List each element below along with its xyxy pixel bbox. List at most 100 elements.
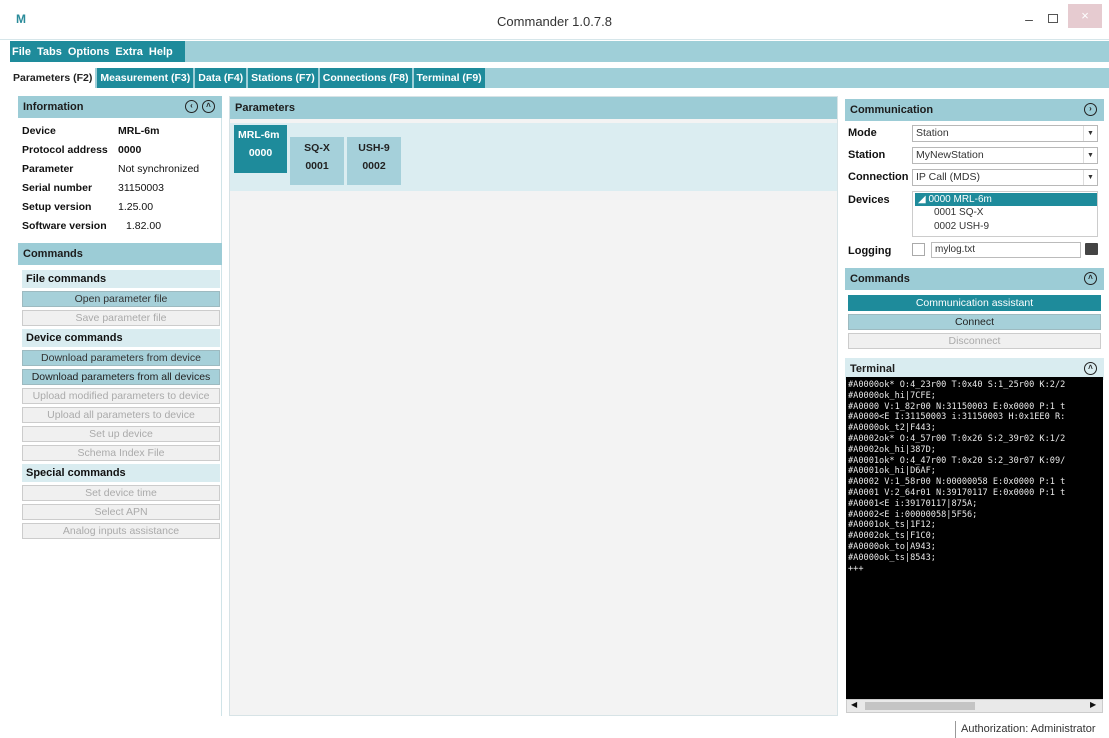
station-value: MyNewStation: [916, 149, 984, 161]
tab-strip: Parameters (F2) Measurement (F3) Data (F…: [10, 68, 487, 88]
close-button[interactable]: ×: [1068, 4, 1102, 28]
scroll-right-icon[interactable]: ▶: [1090, 700, 1096, 709]
scrollbar-thumb[interactable]: [865, 702, 975, 710]
information-title: Information: [23, 101, 84, 113]
communication-title: Communication: [850, 104, 934, 116]
connect-button[interactable]: Connect: [848, 314, 1101, 330]
device-tile-mrl-6m[interactable]: MRL-6m 0000: [234, 125, 287, 173]
device-tile-name: USH-9: [358, 142, 390, 154]
commands-list: File commands Open parameter file Save p…: [22, 270, 220, 539]
tree-item-root[interactable]: ◢ 0000 MRL-6m: [915, 193, 1097, 206]
collapse-left-icon[interactable]: ‹: [185, 100, 198, 113]
maximize-button[interactable]: [1042, 9, 1064, 29]
open-parameter-file-button[interactable]: Open parameter file: [22, 291, 220, 307]
info-label: Software version: [22, 220, 107, 232]
tree-item-sq-x[interactable]: 0001 SQ-X: [934, 207, 983, 218]
select-apn-button[interactable]: Select APN: [22, 504, 220, 520]
terminal-title: Terminal: [850, 363, 896, 375]
info-value: MRL-6m: [118, 125, 160, 137]
tree-collapse-icon: ◢: [918, 194, 926, 205]
tab-parameters[interactable]: Parameters (F2): [10, 68, 96, 88]
tab-measurement[interactable]: Measurement (F3): [97, 68, 194, 88]
info-value: 0000: [118, 144, 142, 156]
set-up-device-button[interactable]: Set up device: [22, 426, 220, 442]
device-tile-address: 0001: [305, 160, 329, 172]
file-commands-header: File commands: [22, 270, 220, 288]
terminal-horizontal-scrollbar[interactable]: ◀ ▶: [846, 699, 1103, 713]
device-tile-sq-x[interactable]: SQ-X 0001: [290, 137, 344, 185]
connection-select[interactable]: IP Call (MDS) ▼: [912, 169, 1098, 186]
parameters-header: Parameters: [230, 97, 837, 119]
download-from-all-devices-button[interactable]: Download parameters from all devices: [22, 369, 220, 385]
device-tile-name: SQ-X: [304, 142, 330, 154]
analog-inputs-assistance-button[interactable]: Analog inputs assistance: [22, 523, 220, 539]
scroll-left-icon[interactable]: ◀: [851, 700, 857, 709]
window-title: Commander 1.0.7.8: [497, 14, 612, 29]
menu-options[interactable]: Options: [68, 46, 110, 58]
chevron-down-icon: ▼: [1083, 170, 1097, 185]
upload-all-button[interactable]: Upload all parameters to device: [22, 407, 220, 423]
info-label: Device: [22, 125, 56, 137]
device-tile-ush-9[interactable]: USH-9 0002: [347, 137, 401, 185]
logging-label: Logging: [848, 245, 892, 257]
chevron-down-icon: ▼: [1083, 126, 1097, 141]
parameters-panel: Parameters MRL-6m 0000 SQ-X 0001 USH-9 0…: [229, 96, 838, 716]
communication-header: Communication ›: [845, 99, 1104, 121]
commands-header: Commands: [18, 243, 222, 265]
menu-extra[interactable]: Extra: [115, 46, 143, 58]
left-panel: Information ‹ ˄ Device MRL-6m Protocol a…: [18, 96, 222, 716]
terminal-output[interactable]: #A0000ok* O:4_23r00 T:0x40 S:1_25r00 K:2…: [846, 377, 1103, 699]
comm-commands-title: Commands: [850, 273, 910, 285]
devices-tree[interactable]: ◢ 0000 MRL-6m 0001 SQ-X 0002 USH-9: [912, 191, 1098, 237]
tree-item-ush-9[interactable]: 0002 USH-9: [934, 221, 989, 232]
upload-modified-button[interactable]: Upload modified parameters to device: [22, 388, 220, 404]
communication-assistant-button[interactable]: Communication assistant: [848, 295, 1101, 311]
special-commands-header: Special commands: [22, 464, 220, 482]
connection-label: Connection: [848, 171, 909, 183]
info-value: 1.82.00: [126, 220, 162, 232]
schema-index-file-button[interactable]: Schema Index File: [22, 445, 220, 461]
device-tile-address: 0002: [362, 160, 386, 172]
mode-label: Mode: [848, 127, 877, 139]
info-value: 31150003: [118, 182, 164, 194]
tab-data[interactable]: Data (F4): [195, 68, 247, 88]
info-label: Serial number: [22, 182, 93, 194]
set-device-time-button[interactable]: Set device time: [22, 485, 220, 501]
device-tile-name: MRL-6m: [238, 129, 280, 141]
menu-group: File Tabs Options Extra Help: [10, 41, 185, 62]
mode-select[interactable]: Station ▼: [912, 125, 1098, 142]
save-parameter-file-button[interactable]: Save parameter file: [22, 310, 220, 326]
logging-checkbox[interactable]: [912, 243, 925, 256]
info-label: Setup version: [22, 201, 92, 213]
menu-help[interactable]: Help: [149, 46, 173, 58]
device-tile-address: 0000: [248, 147, 273, 159]
disconnect-button[interactable]: Disconnect: [848, 333, 1101, 349]
info-label: Parameter: [22, 163, 74, 175]
station-label: Station: [848, 149, 886, 161]
station-select[interactable]: MyNewStation ▼: [912, 147, 1098, 164]
mode-value: Station: [916, 127, 949, 139]
maximize-icon: [1048, 14, 1058, 23]
info-value: 1.25.00: [118, 201, 154, 213]
minimize-button[interactable]: –: [1018, 9, 1040, 29]
download-from-device-button[interactable]: Download parameters from device: [22, 350, 220, 366]
information-header: Information ‹ ˄: [18, 96, 222, 118]
devices-label: Devices: [848, 194, 890, 206]
collapse-up-icon[interactable]: ˄: [1084, 362, 1097, 375]
device-commands-header: Device commands: [22, 329, 220, 347]
device-tiles-area: MRL-6m 0000 SQ-X 0001 USH-9 0002: [230, 123, 837, 191]
info-label: Protocol address: [22, 144, 108, 156]
info-value: Not synchronized: [118, 163, 200, 175]
expand-right-icon[interactable]: ›: [1084, 103, 1097, 116]
collapse-up-icon[interactable]: ˄: [1084, 272, 1097, 285]
tab-stations[interactable]: Stations (F7): [248, 68, 318, 88]
tab-terminal[interactable]: Terminal (F9): [413, 68, 485, 88]
tree-root-label: 0000 MRL-6m: [928, 194, 992, 205]
tab-connections[interactable]: Connections (F8): [319, 68, 412, 88]
logging-file-input[interactable]: mylog.txt: [931, 242, 1081, 258]
menu-file[interactable]: File: [12, 46, 31, 58]
folder-icon[interactable]: [1085, 243, 1098, 255]
collapse-up-icon[interactable]: ˄: [202, 100, 215, 113]
comm-commands-list: Communication assistant Connect Disconne…: [848, 292, 1101, 349]
menu-tabs[interactable]: Tabs: [37, 46, 62, 58]
